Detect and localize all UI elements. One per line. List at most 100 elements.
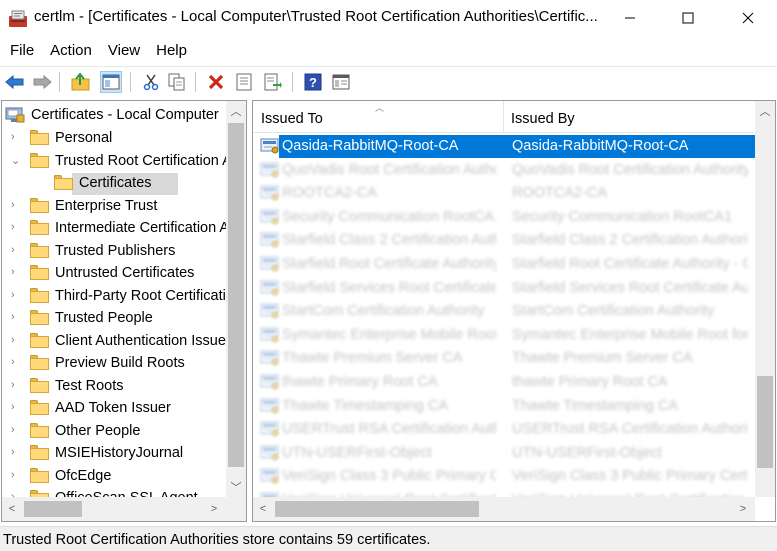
- scroll-right-icon[interactable]: >: [204, 499, 224, 519]
- scroll-left-icon[interactable]: <: [2, 499, 22, 519]
- scroll-up-icon[interactable]: ︿: [755, 101, 775, 121]
- tree-item-label: Trusted People: [55, 310, 153, 326]
- up-one-level-button[interactable]: [70, 71, 92, 93]
- tree-horizontal-scrollbar[interactable]: < >: [2, 497, 246, 521]
- tree-item-label: Intermediate Certification Authorities: [55, 220, 246, 236]
- tree-vertical-scroll-thumb[interactable]: [228, 123, 244, 467]
- delete-button[interactable]: [205, 71, 227, 93]
- list-row[interactable]: Starfield Services Root Certificate Auth…: [253, 277, 755, 300]
- certificate-icon: [260, 232, 280, 248]
- certificate-icon: [260, 162, 280, 178]
- tree-item-label: OfcEdge: [55, 467, 112, 484]
- status-text: Trusted Root Certification Authorities s…: [3, 532, 431, 548]
- tree-root-label: Certificates - Local Computer: [31, 107, 219, 123]
- cell-issued-to: Starfield Class 2 Certification Authorit…: [282, 232, 496, 249]
- chevron-right-icon[interactable]: ›: [11, 221, 21, 235]
- back-button[interactable]: [4, 71, 26, 93]
- cell-issued-by: Thawte Premium Server CA: [512, 350, 693, 367]
- properties-icon: [236, 73, 252, 91]
- column-divider[interactable]: [503, 101, 504, 133]
- chevron-right-icon[interactable]: ›: [11, 356, 21, 370]
- maximize-button[interactable]: [659, 0, 717, 36]
- copy-button[interactable]: [166, 71, 188, 93]
- chevron-right-icon[interactable]: ›: [11, 379, 21, 393]
- list-row[interactable]: Thawte Timestamping CA Thawte Timestampin…: [253, 395, 755, 418]
- column-header-issued-to[interactable]: Issued To: [261, 111, 323, 127]
- cell-issued-to: ROOTCA2-CA: [282, 185, 378, 202]
- scroll-right-icon[interactable]: >: [733, 499, 753, 519]
- cell-issued-to: StartCom Certification Authority: [282, 303, 485, 320]
- cell-issued-by: Qasida-RabbitMQ-Root-CA: [512, 138, 689, 154]
- toolbar-separator: [292, 72, 293, 92]
- list-row[interactable]: thawte Primary Root CA thawte Primary Roo…: [253, 371, 755, 394]
- tree-item-label: AAD Token Issuer: [55, 400, 171, 416]
- certificate-icon: [260, 327, 280, 343]
- chevron-right-icon[interactable]: ›: [11, 424, 21, 438]
- list-horizontal-scrollbar[interactable]: < >: [253, 497, 755, 521]
- list-horizontal-scroll-thumb[interactable]: [275, 501, 479, 517]
- view-button[interactable]: [330, 71, 352, 93]
- window-title: certlm - [Certificates - Local Computer\…: [34, 8, 598, 25]
- chevron-right-icon[interactable]: ›: [11, 131, 21, 145]
- menu-help[interactable]: Help: [148, 38, 195, 64]
- list-row[interactable]: Thawte Premium Server CA Thawte Premium S…: [253, 347, 755, 370]
- list-row[interactable]: Starfield Class 2 Certification Authorit…: [253, 229, 755, 252]
- tree-item-label: MSIEHistoryJournal: [55, 445, 184, 461]
- help-button[interactable]: ?: [302, 71, 324, 93]
- chevron-right-icon[interactable]: ›: [11, 244, 21, 258]
- chevron-right-icon[interactable]: ›: [11, 289, 21, 303]
- forward-button[interactable]: [31, 71, 53, 93]
- certificate-icon: [260, 256, 280, 272]
- scroll-left-icon[interactable]: <: [253, 499, 273, 519]
- list-row[interactable]: Starfield Root Certificate Authority - G…: [253, 253, 755, 276]
- list-row[interactable]: UTN-USERFirst-Object UTN-USERFirst-Object: [253, 442, 755, 465]
- menu-action[interactable]: Action: [42, 38, 100, 64]
- computer-certificates-icon: [5, 107, 25, 123]
- list-row[interactable]: StartCom Certification Authority StartCom…: [253, 300, 755, 323]
- list-row[interactable]: USERTrust RSA Certification Authority USE…: [253, 418, 755, 441]
- show-hide-console-tree-button[interactable]: [100, 71, 122, 93]
- tree-item-label: Certificates: [79, 175, 152, 191]
- list-row[interactable]: VeriSign Class 3 Public Primary Certific…: [253, 465, 755, 488]
- cell-issued-by: VeriSign Class 3 Public Primary Certific…: [512, 468, 748, 485]
- tree-vertical-scrollbar[interactable]: ︿ ﹀: [226, 101, 246, 497]
- chevron-right-icon[interactable]: ›: [11, 401, 21, 415]
- list-row[interactable]: QuoVadis Root Certification Authority Quo…: [253, 159, 755, 182]
- certificate-list[interactable]: ︿ Issued To Issued By Qasida-RabbitMQ-Ro…: [252, 100, 776, 522]
- scroll-down-icon[interactable]: ﹀: [226, 477, 246, 497]
- list-row[interactable]: Security Communication RootCA1 Security C…: [253, 206, 755, 229]
- list-row[interactable]: ROOTCA2-CA ROOTCA2-CA: [253, 182, 755, 205]
- chevron-right-icon[interactable]: ›: [11, 266, 21, 280]
- certificate-icon: [260, 350, 280, 366]
- list-row[interactable]: Qasida-RabbitMQ-Root-CA Qasida-RabbitMQ-R…: [260, 135, 755, 158]
- chevron-right-icon[interactable]: ›: [11, 469, 21, 483]
- menu-file[interactable]: File: [0, 38, 42, 64]
- cell-issued-by: StartCom Certification Authority: [512, 303, 715, 320]
- title-bar: certlm - [Certificates - Local Computer\…: [0, 0, 777, 36]
- chevron-right-icon[interactable]: ›: [11, 334, 21, 348]
- certificate-icon: [260, 421, 280, 437]
- tree-item-label: Third-Party Root Certification Authoriti…: [55, 287, 246, 304]
- scroll-up-icon[interactable]: ︿: [226, 101, 246, 121]
- chevron-down-icon[interactable]: ⌄: [11, 154, 21, 168]
- minimize-button[interactable]: [601, 0, 659, 36]
- export-list-button[interactable]: [262, 71, 284, 93]
- cell-issued-by: UTN-USERFirst-Object: [512, 444, 662, 461]
- copy-icon: [168, 73, 185, 91]
- chevron-right-icon[interactable]: ›: [11, 311, 21, 325]
- chevron-right-icon[interactable]: ›: [11, 446, 21, 460]
- cut-button[interactable]: [140, 71, 162, 93]
- menu-view[interactable]: View: [100, 38, 148, 64]
- certificate-icon: [260, 185, 280, 201]
- tree-item-label: Personal: [55, 130, 113, 146]
- list-vertical-scrollbar[interactable]: ︿: [755, 101, 775, 497]
- list-row[interactable]: Symantec Enterprise Mobile Root for Micr…: [253, 324, 755, 347]
- list-vertical-scroll-thumb[interactable]: [757, 376, 773, 468]
- properties-button[interactable]: [233, 71, 255, 93]
- chevron-right-icon[interactable]: ›: [11, 199, 21, 213]
- console-tree[interactable]: Certificates - Local Computer › Personal ⌄…: [1, 100, 247, 522]
- tree-horizontal-scroll-thumb[interactable]: [24, 501, 82, 517]
- folder-icon: [30, 287, 49, 303]
- close-button[interactable]: [719, 0, 777, 36]
- column-header-issued-by[interactable]: Issued By: [511, 111, 575, 127]
